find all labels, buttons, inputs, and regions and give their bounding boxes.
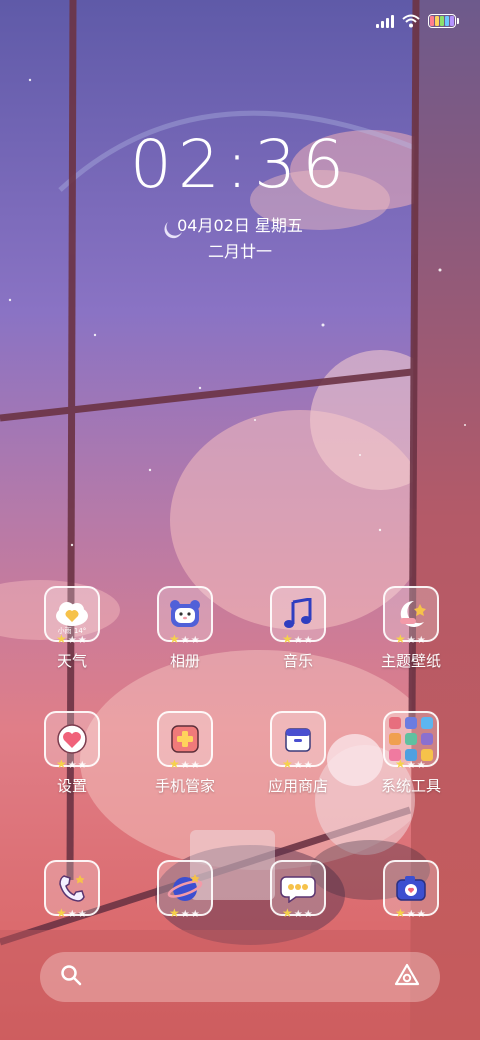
dock-camera[interactable]: ★★★: [361, 860, 461, 920]
app-store-icon: ★★★: [270, 711, 326, 771]
dock-messages[interactable]: ★★★: [248, 860, 348, 920]
settings-icon: ★★★: [44, 711, 100, 771]
messages-icon: ★★★: [270, 860, 326, 920]
app-theme[interactable]: ★★★ 主题壁纸: [361, 586, 461, 671]
app-gallery[interactable]: ★★★ 相册: [135, 586, 235, 671]
search-bar[interactable]: [40, 952, 440, 1002]
date-text[interactable]: 04月02日 星期五: [0, 212, 480, 236]
weather-icon: 小雨 14° ★★★: [44, 586, 100, 646]
app-label: 相册: [169, 652, 200, 670]
system-tools-folder-icon: ★★★: [383, 711, 439, 771]
app-label: 应用商店: [267, 777, 328, 795]
dock-phone[interactable]: ★★★: [22, 860, 122, 920]
lunar-date-text: 二月廿一: [207, 242, 272, 261]
wifi-icon: [402, 14, 420, 28]
security-icon: ★★★: [157, 711, 213, 771]
search-icon[interactable]: [60, 964, 82, 990]
app-store[interactable]: ★★★ 应用商店: [248, 711, 348, 796]
music-icon: ★★★: [270, 586, 326, 646]
app-label: 主题壁纸: [380, 652, 441, 670]
app-label: 天气: [56, 652, 87, 670]
app-label: 系统工具: [380, 777, 441, 795]
battery-icon: [428, 14, 459, 28]
app-music[interactable]: ★★★ 音乐: [248, 586, 348, 671]
assistant-icon[interactable]: [394, 963, 420, 991]
app-label: 音乐: [282, 652, 313, 670]
folder-system-tools[interactable]: ★★★ 系统工具: [361, 711, 461, 796]
camera-icon: ★★★: [383, 860, 439, 920]
app-label: 设置: [56, 777, 87, 795]
dock-browser[interactable]: ★★★: [135, 860, 235, 920]
browser-icon: ★★★: [157, 860, 213, 920]
app-settings[interactable]: ★★★ 设置: [22, 711, 122, 796]
lock-clock[interactable]: 02:36: [0, 132, 480, 198]
gallery-icon: ★★★: [157, 586, 213, 646]
signal-icon: [376, 14, 394, 28]
theme-icon: ★★★: [383, 586, 439, 646]
app-weather[interactable]: 小雨 14° ★★★ 天气: [22, 586, 122, 671]
app-security[interactable]: ★★★ 手机管家: [135, 711, 235, 796]
app-label: 手机管家: [154, 777, 215, 795]
phone-icon: ★★★: [44, 860, 100, 920]
status-bar: [376, 10, 459, 32]
